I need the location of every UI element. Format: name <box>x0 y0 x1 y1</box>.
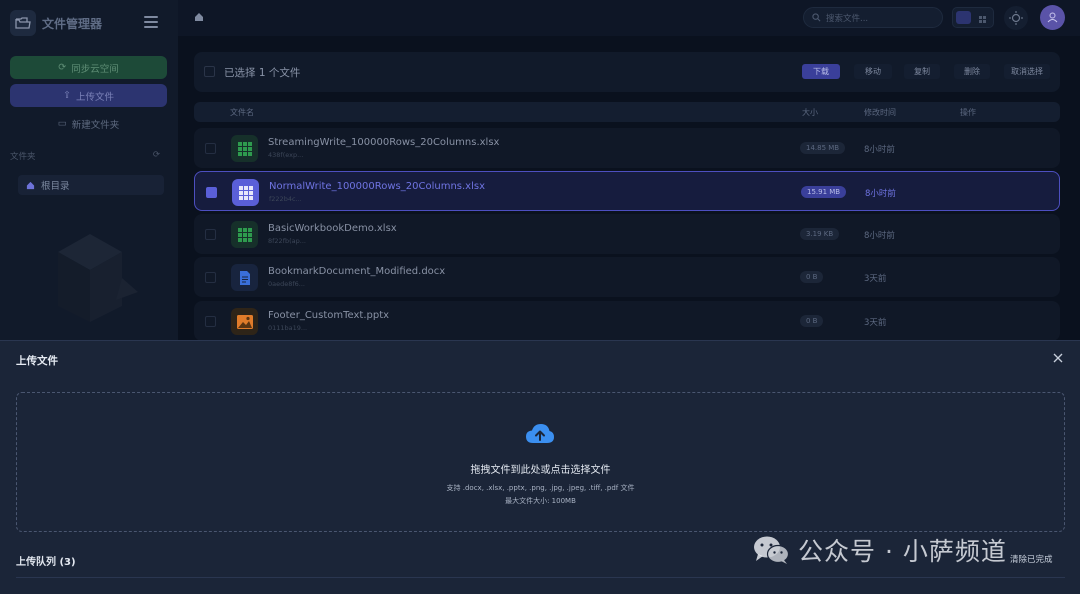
file-size-badge: 15.91 MB <box>801 186 847 198</box>
new-folder-button[interactable]: ▭ 新建文件夹 <box>10 112 167 135</box>
copy-button[interactable]: 复制 <box>904 64 940 79</box>
file-name[interactable]: StreamingWrite_100000Rows_20Columns.xlsx <box>268 137 499 148</box>
cloud-upload-icon <box>526 424 554 443</box>
wechat-icon <box>754 536 790 564</box>
image-file-icon <box>231 308 258 335</box>
row-checkbox[interactable] <box>205 272 216 283</box>
tree-item-root[interactable]: 根目录 <box>18 175 164 195</box>
theme-toggle-button[interactable] <box>1004 6 1028 30</box>
search-placeholder: 搜索文件... <box>826 13 869 24</box>
home-icon[interactable] <box>194 12 204 22</box>
divider <box>16 577 1065 578</box>
new-folder-label: 新建文件夹 <box>71 119 120 131</box>
avatar[interactable] <box>1040 5 1065 30</box>
selected-count-text: 已选择 1 个文件 <box>224 67 301 79</box>
file-size-badge: 0 B <box>800 271 824 283</box>
file-name[interactable]: BasicWorkbookDemo.xlsx <box>268 223 397 234</box>
search-box[interactable]: 搜索文件... <box>803 7 943 28</box>
sync-icon: ⟳ <box>58 62 67 73</box>
menu-icon[interactable] <box>144 16 158 28</box>
sync-cloud-button[interactable]: ⟳ 同步云空间 <box>10 56 167 79</box>
upload-queue-title: 上传队列 (3) <box>16 557 76 568</box>
row-checkbox-checked[interactable] <box>206 187 217 198</box>
table-row[interactable]: BasicWorkbookDemo.xlsx 8f22fb(ap... 3.19… <box>194 214 1060 254</box>
upload-panel-title: 上传文件 <box>16 355 58 367</box>
table-header: 文件名 大小 修改时间 操作 <box>194 102 1060 122</box>
home-icon <box>26 181 35 189</box>
file-id: 0111ba19... <box>268 324 308 332</box>
upload-icon: ⇪ <box>63 90 71 101</box>
grid-view-icon[interactable] <box>975 11 990 24</box>
excel-file-icon <box>231 135 258 162</box>
delete-button[interactable]: 删除 <box>954 64 990 79</box>
header-size: 大小 <box>802 108 818 117</box>
file-dropzone[interactable]: 拖拽文件到此处或点击选择文件 支持 .docx, .xlsx, .pptx, .… <box>16 392 1065 532</box>
folder-section-label: 文件夹 <box>10 152 36 162</box>
word-file-icon <box>231 264 258 291</box>
file-id: 438f(exp... <box>268 151 304 159</box>
excel-file-icon <box>231 221 258 248</box>
brand: 文件管理器 <box>10 10 168 36</box>
supported-formats-text: 支持 .docx, .xlsx, .pptx, .png, .jpg, .jpe… <box>446 484 635 492</box>
folder-section-header: 文件夹 ⟳ <box>10 150 160 162</box>
cancel-selection-label: 取消选择 <box>1011 67 1043 76</box>
close-icon[interactable] <box>1052 352 1064 364</box>
selection-action-bar: 已选择 1 个文件 下载 移动 复制 删除 取消选择 <box>194 52 1060 92</box>
table-row[interactable]: BookmarkDocument_Modified.docx 0aede8f6.… <box>194 257 1060 297</box>
move-button[interactable]: 移动 <box>854 64 892 79</box>
top-bar: 搜索文件... <box>178 0 1080 36</box>
file-name[interactable]: NormalWrite_100000Rows_20Columns.xlsx <box>269 181 485 192</box>
file-size-badge: 14.85 MB <box>800 142 846 154</box>
file-name[interactable]: BookmarkDocument_Modified.docx <box>268 266 445 277</box>
file-modified-time: 3天前 <box>864 274 887 284</box>
list-view-icon[interactable] <box>956 11 971 24</box>
table-row[interactable]: Footer_CustomText.pptx 0111ba19... 0 B 3… <box>194 301 1060 341</box>
refresh-icon[interactable]: ⟳ <box>153 150 160 160</box>
user-icon <box>1047 12 1058 23</box>
download-button[interactable]: 下载 <box>802 64 840 79</box>
file-id: 8f22fb(ap... <box>268 237 306 245</box>
file-modified-time: 8小时前 <box>864 145 895 155</box>
upload-file-label: 上传文件 <box>75 91 114 103</box>
sun-icon <box>1009 11 1023 25</box>
row-checkbox[interactable] <box>205 316 216 327</box>
file-size-badge: 3.19 KB <box>800 228 840 240</box>
row-checkbox[interactable] <box>205 229 216 240</box>
excel-file-icon <box>232 179 259 206</box>
tree-item-root-label: 根目录 <box>41 181 70 192</box>
view-toggle[interactable] <box>952 7 994 28</box>
file-size-badge: 0 B <box>800 315 824 327</box>
header-modified: 修改时间 <box>864 108 896 117</box>
file-id: f222b4c... <box>269 195 302 203</box>
folder-plus-icon: ▭ <box>57 118 67 129</box>
table-row-selected[interactable]: NormalWrite_100000Rows_20Columns.xlsx f2… <box>194 171 1060 211</box>
delete-label: 删除 <box>964 67 980 76</box>
max-size-text: 最大文件大小: 100MB <box>505 497 576 505</box>
upload-file-button[interactable]: ⇪ 上传文件 <box>10 84 167 107</box>
sync-cloud-label: 同步云空间 <box>71 63 119 75</box>
dropzone-instruction: 拖拽文件到此处或点击选择文件 <box>470 465 611 476</box>
wechat-watermark: 公众号 · 小萨频道 <box>752 530 1052 570</box>
download-label: 下载 <box>813 67 829 76</box>
app-title: 文件管理器 <box>42 17 103 31</box>
header-actions: 操作 <box>960 108 976 117</box>
move-label: 移动 <box>865 67 881 76</box>
empty-box-illustration <box>58 234 138 322</box>
watermark-text: 公众号 · 小萨频道 <box>798 537 1007 566</box>
folder-open-icon <box>10 10 36 36</box>
file-name[interactable]: Footer_CustomText.pptx <box>268 310 389 321</box>
table-row[interactable]: StreamingWrite_100000Rows_20Columns.xlsx… <box>194 128 1060 168</box>
cancel-selection-button[interactable]: 取消选择 <box>1004 64 1050 79</box>
search-icon <box>812 13 821 22</box>
file-modified-time: 3天前 <box>864 318 887 328</box>
copy-label: 复制 <box>914 67 930 76</box>
select-all-checkbox[interactable] <box>204 66 215 77</box>
row-checkbox[interactable] <box>205 143 216 154</box>
file-id: 0aede8f6... <box>268 280 306 288</box>
header-name: 文件名 <box>230 108 254 117</box>
file-modified-time: 8小时前 <box>864 231 895 241</box>
file-modified-time: 8小时前 <box>865 189 896 199</box>
